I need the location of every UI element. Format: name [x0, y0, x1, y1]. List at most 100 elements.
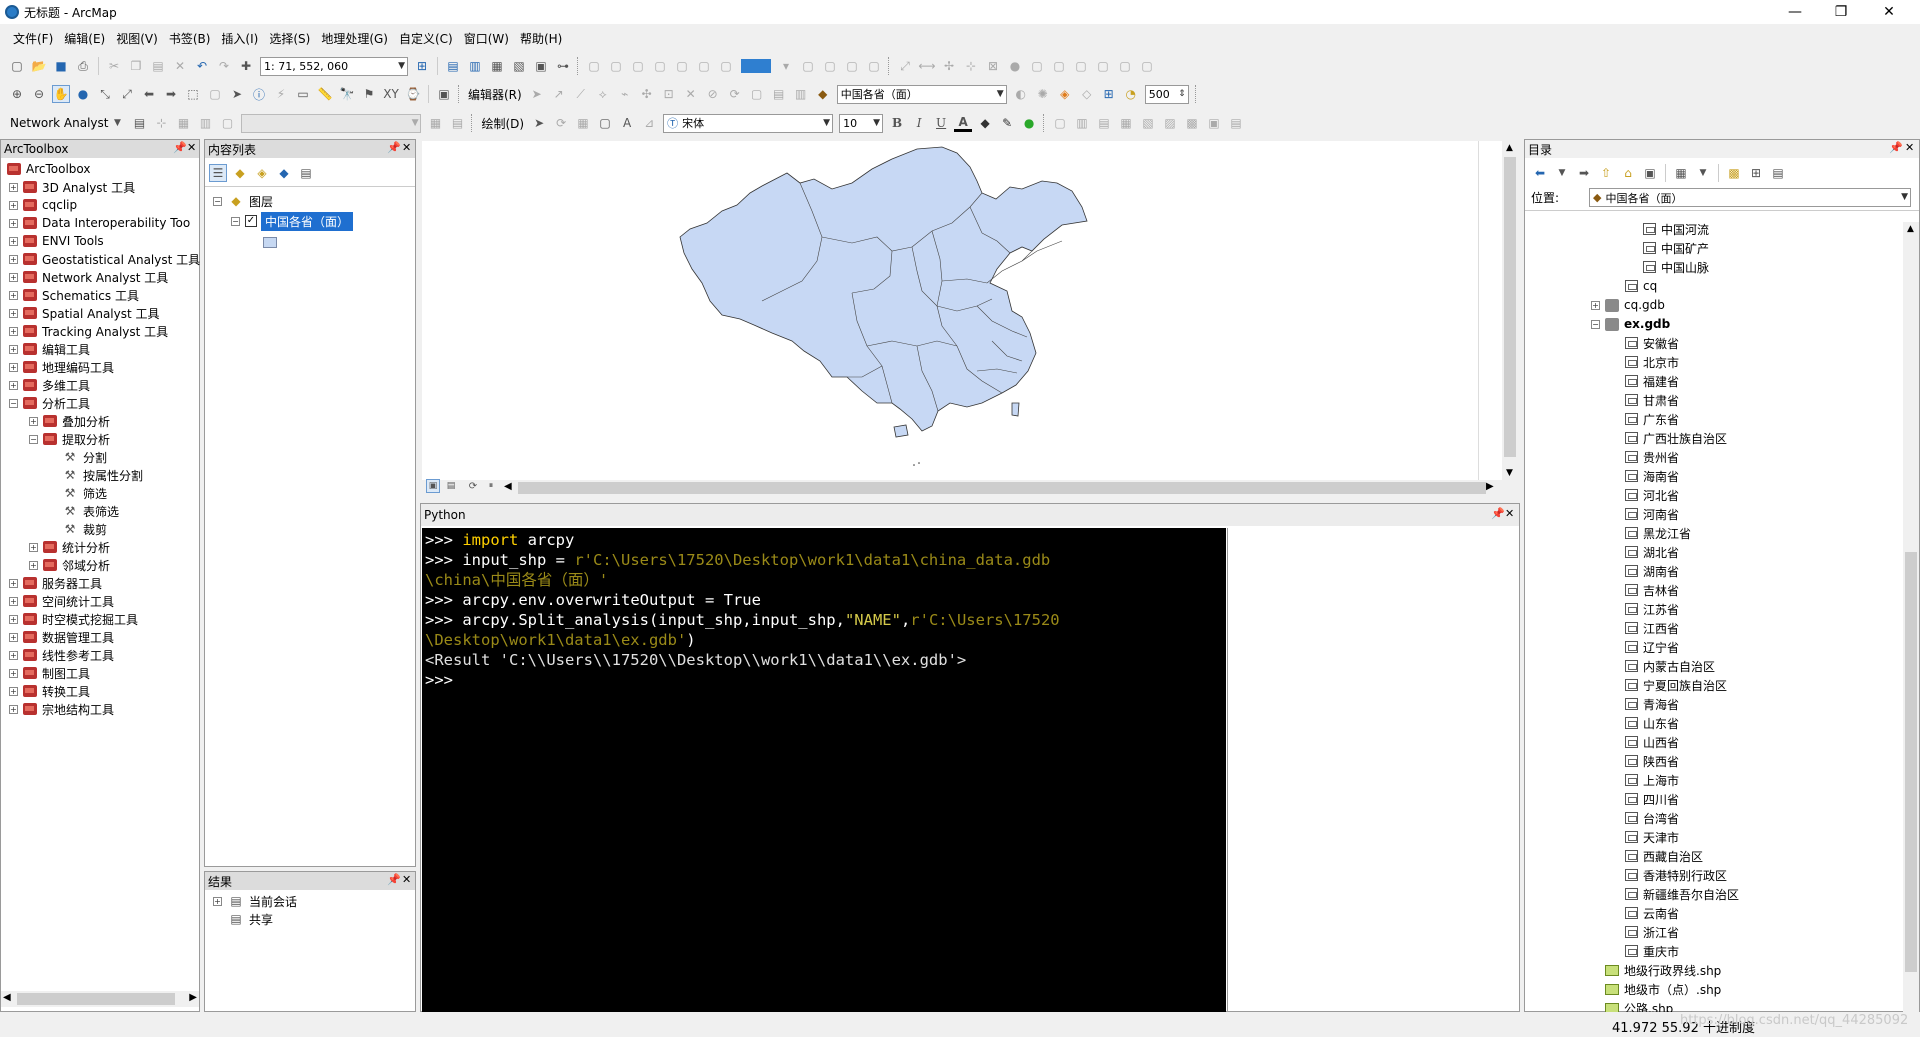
close-icon[interactable]: ✕ — [1505, 507, 1514, 520]
close-icon[interactable]: ✕ — [402, 141, 411, 154]
expand-icon[interactable]: + — [1591, 300, 1600, 310]
catalog-item[interactable]: 香港特别行政区 — [1625, 866, 1727, 884]
toolset-item[interactable]: − 提取分析 — [29, 430, 110, 448]
scroll-right-icon[interactable]: ▶ — [1486, 481, 1494, 492]
expand-icon[interactable]: + — [9, 326, 18, 336]
map-vscroll[interactable]: ▲ ▼ — [1502, 141, 1518, 480]
paste-icon[interactable]: ▤ — [149, 57, 167, 75]
catalog-item[interactable]: 西藏自治区 — [1625, 847, 1703, 865]
python-window-icon[interactable]: ▣ — [532, 57, 550, 75]
edit-vertices-draw-icon[interactable]: ⊿ — [640, 114, 658, 132]
toolbox-item[interactable]: + Spatial Analyst 工具 — [9, 304, 160, 322]
editor-toolbar-icon[interactable]: ⊞ — [413, 57, 431, 75]
clear-selection-icon[interactable]: ▢ — [206, 85, 224, 103]
arctoolbox-root[interactable]: ArcToolbox — [7, 160, 90, 178]
catalog-item[interactable]: 江西省 — [1625, 619, 1679, 637]
location-combo[interactable]: ◆ 中国各省（面） ▼ — [1589, 188, 1912, 207]
catalog-item[interactable]: 青海省 — [1625, 695, 1679, 713]
catalog-item[interactable]: 河北省 — [1625, 486, 1679, 504]
measure-icon[interactable]: 📏 — [316, 85, 334, 103]
refresh-icon[interactable]: ⟳ — [466, 479, 480, 493]
tool-h-icon[interactable]: ▢ — [799, 57, 817, 75]
catalog-item[interactable]: 中国矿产 — [1643, 239, 1709, 257]
marker-color-icon[interactable]: ● — [1020, 114, 1038, 132]
point-icon[interactable]: ✣ — [638, 85, 656, 103]
tool-l-icon[interactable]: ⤢ — [896, 57, 914, 75]
list-by-selection-icon[interactable]: ◆ — [275, 164, 293, 182]
value-combo[interactable]: 500 ⇕ — [1144, 84, 1189, 104]
editor-menu[interactable]: 编辑器(R) — [468, 86, 522, 103]
tool-s-icon[interactable]: ▢ — [1050, 57, 1068, 75]
toolbox-item[interactable]: + 服务器工具 — [9, 574, 102, 592]
catalog-item[interactable]: 天津市 — [1625, 828, 1679, 846]
layout-f-icon[interactable]: ▨ — [1161, 114, 1179, 132]
network-analyst-menu[interactable]: Network Analyst — [10, 116, 108, 130]
html-popup-icon[interactable]: ▭ — [294, 85, 312, 103]
toolbox-item[interactable]: + 线性参考工具 — [9, 646, 114, 664]
close-icon[interactable]: ✕ — [187, 141, 196, 154]
shared-item[interactable]: ▤ 共享 — [227, 910, 273, 928]
options-icon[interactable]: ▤ — [297, 164, 315, 182]
rectangle-icon[interactable]: ▢ — [596, 114, 614, 132]
catalog-shapefile[interactable]: 地级市（点）.shp — [1605, 980, 1721, 998]
arctoolbox-window-icon[interactable]: ▧ — [510, 57, 528, 75]
tool-b-icon[interactable]: ▢ — [607, 57, 625, 75]
views-icon[interactable]: ▦ — [1672, 164, 1690, 182]
toolbox-item[interactable]: + 宗地结构工具 — [9, 700, 114, 718]
toolset-item[interactable]: + 邻域分析 — [29, 556, 110, 574]
expand-icon[interactable]: + — [9, 380, 18, 390]
dropdown-icon[interactable]: ▾ — [777, 57, 795, 75]
layout-c-icon[interactable]: ▤ — [1095, 114, 1113, 132]
na-tool-b-icon[interactable]: ▦ — [174, 114, 192, 132]
cut-icon[interactable]: ✂ — [105, 57, 123, 75]
na-tool-d-icon[interactable]: ▢ — [218, 114, 236, 132]
na-tool-c-icon[interactable]: ▥ — [196, 114, 214, 132]
new-text-icon[interactable]: A — [618, 114, 636, 132]
go-to-xy-icon[interactable]: XY — [382, 85, 400, 103]
connect-folder-icon[interactable]: ▣ — [1641, 164, 1659, 182]
catalog-shapefile[interactable]: 地级行政界线.shp — [1605, 961, 1721, 979]
catalog-item[interactable]: 山西省 — [1625, 733, 1679, 751]
catalog-gdb[interactable]: − ex.gdb — [1591, 315, 1670, 333]
tool-o-icon[interactable]: ⊹ — [962, 57, 980, 75]
expand-icon[interactable]: + — [9, 632, 18, 642]
new-icon[interactable]: ▢ — [8, 57, 26, 75]
tool-u-icon[interactable]: ▢ — [1094, 57, 1112, 75]
menu-selection[interactable]: 选择(S) — [266, 30, 318, 47]
maximize-button[interactable]: ❐ — [1818, 0, 1864, 24]
layout-d-icon[interactable]: ▦ — [1117, 114, 1135, 132]
pin-icon[interactable]: 📌 — [1889, 141, 1903, 154]
toolbox-item[interactable]: + Data Interoperability Too — [9, 214, 190, 232]
pan-icon[interactable]: ✋ — [52, 85, 70, 103]
tool-p-icon[interactable]: ⊠ — [984, 57, 1002, 75]
layout-a-icon[interactable]: ▢ — [1051, 114, 1069, 132]
rotate-icon[interactable]: ▢ — [748, 85, 766, 103]
layout-e-icon[interactable]: ▧ — [1139, 114, 1157, 132]
list-by-source-icon[interactable]: ◆ — [231, 164, 249, 182]
menu-edit[interactable]: 编辑(E) — [61, 30, 113, 47]
catalog-item[interactable]: 陕西省 — [1625, 752, 1679, 770]
tool-v-icon[interactable]: ▢ — [1116, 57, 1134, 75]
catalog-item[interactable]: 吉林省 — [1625, 581, 1679, 599]
select-elements-icon[interactable]: ➤ — [228, 85, 246, 103]
toolset-item[interactable]: + 统计分析 — [29, 538, 110, 556]
catalog-item[interactable]: 江苏省 — [1625, 600, 1679, 618]
toolbox-item[interactable]: + 时空模式挖掘工具 — [9, 610, 138, 628]
collapse-icon[interactable]: − — [213, 196, 222, 206]
edit-tool-icon[interactable]: ➤ — [528, 85, 546, 103]
expand-icon[interactable]: + — [9, 182, 18, 192]
catalog-item[interactable]: cq — [1625, 277, 1657, 295]
line-color-icon[interactable]: ✎ — [998, 114, 1016, 132]
toolbox-item[interactable]: + ENVI Tools — [9, 232, 104, 250]
find-route-icon[interactable]: ⚑ — [360, 85, 378, 103]
menu-customize[interactable]: 自定义(C) — [396, 30, 461, 47]
catalog-item[interactable]: 安徽省 — [1625, 334, 1679, 352]
tool-item[interactable]: ⚒ 按属性分割 — [63, 466, 143, 484]
tool-m-icon[interactable]: ⟷ — [918, 57, 936, 75]
edit-vertices-icon[interactable]: ⊡ — [660, 85, 678, 103]
expand-icon[interactable]: + — [9, 344, 18, 354]
catalog-item[interactable]: 上海市 — [1625, 771, 1679, 789]
layers-node[interactable]: − ◆ 图层 — [213, 192, 273, 210]
attributes-icon[interactable]: ▤ — [770, 85, 788, 103]
na-tool-e-icon[interactable]: ▦ — [426, 114, 444, 132]
